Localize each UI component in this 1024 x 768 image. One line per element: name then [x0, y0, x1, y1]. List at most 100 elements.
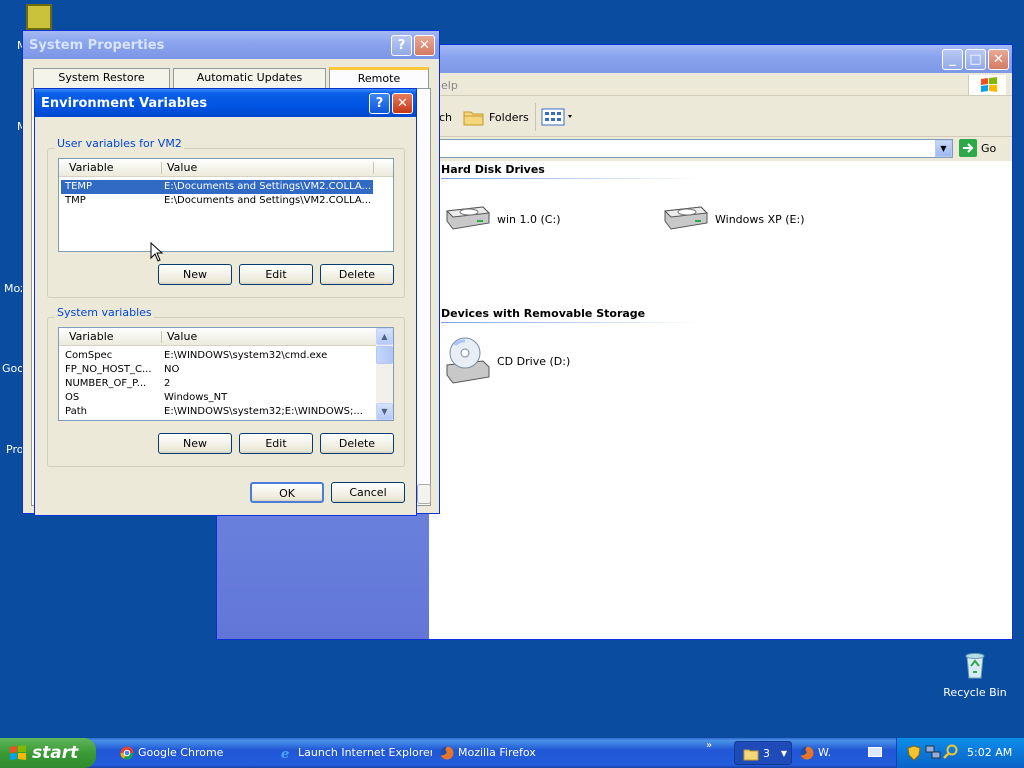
- system-list-scrollbar[interactable]: ▲ ▼: [376, 328, 393, 420]
- desktop-shortcut-icon[interactable]: [26, 4, 52, 30]
- column-divider[interactable]: [373, 162, 374, 174]
- scroll-thumb[interactable]: [376, 346, 393, 364]
- user-var-row-tmp[interactable]: TMP E:\Documents and Settings\VM2.COLLA.…: [61, 194, 373, 208]
- task-label: Google Chrome: [138, 746, 224, 759]
- system-var-row[interactable]: FP_NO_HOST_C... NO: [61, 363, 373, 377]
- column-value[interactable]: Value: [167, 161, 197, 174]
- drive-e[interactable]: Windows XP (E:): [661, 203, 861, 239]
- system-var-row[interactable]: NUMBER_OF_P... 2: [61, 377, 373, 391]
- minimize-button[interactable]: _: [942, 49, 963, 70]
- security-shield-icon[interactable]: [907, 745, 921, 761]
- search-icon[interactable]: [943, 744, 959, 760]
- internet-explorer-icon: e: [281, 747, 289, 760]
- task-mozilla-firefox[interactable]: Mozilla Firefox: [436, 741, 592, 765]
- menu-help[interactable]: elp: [441, 79, 458, 92]
- column-divider[interactable]: [161, 331, 162, 343]
- environment-variables-dialog: Environment Variables ? ✕ User variables…: [34, 88, 417, 516]
- views-button[interactable]: [541, 107, 575, 129]
- task-label: W.: [818, 746, 832, 759]
- search-button-fragment[interactable]: ch: [439, 111, 452, 124]
- cancel-button[interactable]: Cancel: [331, 482, 405, 503]
- system-var-row[interactable]: ComSpec E:\WINDOWS\system32\cmd.exe: [61, 349, 373, 363]
- close-button[interactable]: ✕: [988, 49, 1009, 70]
- views-icon: [541, 108, 572, 126]
- task-google-chrome[interactable]: Google Chrome: [116, 741, 272, 765]
- go-label: Go: [981, 142, 997, 155]
- user-edit-button[interactable]: Edit: [239, 264, 313, 285]
- folders-button[interactable]: Folders: [461, 105, 529, 129]
- explorer-content: Hard Disk Drives win 1.0 (C:) Windows XP…: [429, 161, 1012, 639]
- go-button[interactable]: Go: [959, 139, 1007, 158]
- system-new-button[interactable]: New: [158, 433, 232, 454]
- list-header: Variable Value: [59, 328, 393, 346]
- column-value[interactable]: Value: [167, 330, 197, 343]
- var-name: TEMP: [65, 181, 93, 192]
- system-tray: 5:02 AM: [896, 738, 1024, 768]
- var-name: ComSpec: [65, 350, 113, 361]
- var-value: NO: [164, 364, 180, 375]
- var-name: Path: [65, 406, 87, 417]
- hard-drive-icon: [663, 206, 709, 230]
- var-value: E:\Documents and Settings\VM2.COLLA...: [164, 195, 372, 206]
- scroll-down-button[interactable]: ▼: [376, 403, 393, 420]
- drive-c[interactable]: win 1.0 (C:): [443, 203, 643, 239]
- task-group-count: 3: [763, 747, 770, 760]
- user-new-button[interactable]: New: [158, 264, 232, 285]
- help-button[interactable]: ?: [369, 93, 390, 114]
- cd-drive-icon: [446, 337, 490, 384]
- scroll-up-button[interactable]: ▲: [376, 328, 393, 345]
- task-overflow-chevron[interactable]: »: [706, 740, 712, 751]
- task-launch-internet-explorer[interactable]: e Launch Internet Explorer...: [276, 741, 432, 765]
- keyboard-icon[interactable]: [868, 747, 882, 757]
- tab-remote[interactable]: Remote: [329, 67, 429, 88]
- firefox-icon: [440, 746, 454, 760]
- folder-icon: [463, 111, 484, 126]
- network-icon[interactable]: [925, 744, 941, 760]
- user-var-row-temp[interactable]: TEMP E:\Documents and Settings\VM2.COLLA…: [61, 180, 373, 194]
- firefox-icon: [800, 746, 814, 760]
- maximize-button[interactable]: □: [965, 49, 986, 70]
- system-edit-button[interactable]: Edit: [239, 433, 313, 454]
- system-delete-button[interactable]: Delete: [320, 433, 394, 454]
- task-firefox-small[interactable]: W.: [796, 741, 846, 765]
- windows-logo-icon: [10, 745, 26, 760]
- recycle-bin[interactable]: Recycle Bin: [940, 650, 1010, 700]
- start-label: start: [32, 743, 79, 763]
- drive-c-label: win 1.0 (C:): [497, 213, 561, 226]
- var-name: NUMBER_OF_P...: [65, 378, 147, 389]
- system-properties-title: System Properties: [29, 38, 165, 53]
- column-divider[interactable]: [161, 162, 162, 174]
- close-button[interactable]: ✕: [392, 93, 413, 114]
- system-var-row[interactable]: Path E:\WINDOWS\system32;E:\WINDOWS;...: [61, 405, 373, 419]
- task-label: Launch Internet Explorer...: [298, 746, 432, 759]
- chrome-icon: [120, 746, 134, 760]
- drive-e-label: Windows XP (E:): [715, 213, 805, 226]
- user-delete-button[interactable]: Delete: [320, 264, 394, 285]
- start-button[interactable]: start: [0, 738, 96, 768]
- environment-variables-titlebar: Environment Variables ? ✕: [35, 89, 416, 117]
- column-variable[interactable]: Variable: [69, 330, 114, 343]
- var-name: FP_NO_HOST_C...: [65, 364, 152, 375]
- task-group-explorer[interactable]: 3 ▼: [734, 741, 792, 765]
- ok-button[interactable]: OK: [250, 482, 324, 503]
- var-value: E:\WINDOWS\system32\cmd.exe: [164, 350, 328, 361]
- system-var-row[interactable]: OS Windows_NT: [61, 391, 373, 405]
- var-value: E:\WINDOWS\system32;E:\WINDOWS;...: [164, 406, 363, 417]
- drive-d[interactable]: CD Drive (D:): [443, 335, 643, 385]
- dialog-title: Environment Variables: [41, 96, 208, 111]
- column-variable[interactable]: Variable: [69, 161, 114, 174]
- tab-system-restore[interactable]: System Restore: [33, 68, 170, 88]
- toolbar-separator: [535, 103, 536, 131]
- close-button[interactable]: ✕: [414, 35, 435, 56]
- system-variables-list[interactable]: Variable Value ComSpec E:\WINDOWS\system…: [58, 327, 394, 421]
- clock[interactable]: 5:02 AM: [967, 746, 1012, 759]
- system-properties-button-stub: [417, 484, 431, 504]
- tab-automatic-updates[interactable]: Automatic Updates: [173, 68, 326, 88]
- windows-logo-icon: [968, 75, 1006, 95]
- folders-label: Folders: [489, 111, 529, 124]
- system-variables-label: System variables: [55, 306, 154, 319]
- address-dropdown-button[interactable]: ▼: [935, 140, 952, 157]
- help-button[interactable]: ?: [391, 35, 412, 56]
- var-name: TMP: [65, 195, 86, 206]
- user-variables-list[interactable]: Variable Value TEMP E:\Documents and Set…: [58, 158, 394, 252]
